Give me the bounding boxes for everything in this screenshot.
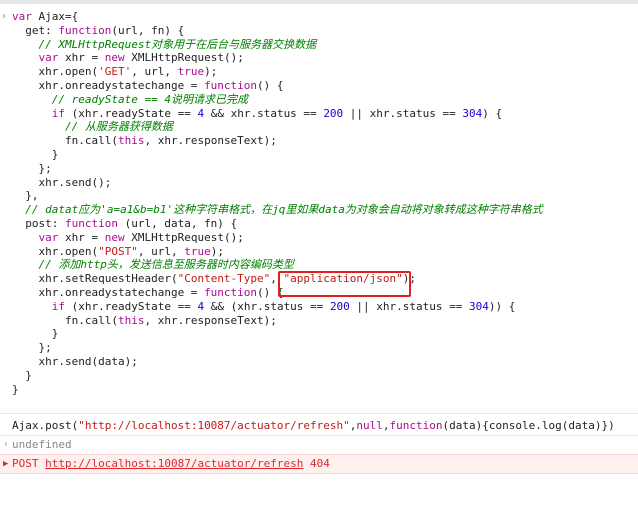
code-text: get: function(url, fn) { (12, 23, 185, 37)
error-status: 404 (310, 457, 330, 470)
expand-triangle-icon[interactable]: ▶ (3, 455, 8, 473)
error-message: POST http://localhost:10087/actuator/ref… (12, 455, 330, 473)
code-line: // 从服务器获得数据 (0, 120, 638, 134)
code-text: xhr.open("POST", url, true); (12, 244, 224, 258)
code-line: } (0, 383, 638, 397)
console-result-entry: ‹ undefined (0, 436, 638, 454)
code-line: post: function (url, data, fn) { (0, 217, 638, 231)
console-command-entry[interactable]: Ajax.post("http://localhost:10087/actuat… (0, 417, 638, 435)
code-line: } (0, 369, 638, 383)
code-line: var xhr = new XMLHttpRequest(); (0, 231, 638, 245)
devtools-top-strip (0, 0, 638, 4)
code-line: }; (0, 162, 638, 176)
code-line: }; (0, 341, 638, 355)
result-arrow-icon: ‹ (3, 439, 10, 450)
console-result: undefined (12, 438, 72, 451)
code-text: post: function (url, data, fn) { (12, 216, 238, 230)
code-line: } (0, 148, 638, 162)
code-line: xhr.open("POST", url, true); (0, 245, 638, 259)
code-text: xhr.onreadystatechange = function() { (12, 285, 284, 299)
highlight-box (278, 271, 411, 297)
divider (0, 413, 638, 414)
code-line: xhr.send(data); (0, 355, 638, 369)
code-line: // readyState == 4说明请求已完成 (0, 93, 638, 107)
code-text: }, (12, 189, 39, 203)
code-line: xhr.onreadystatechange = function() { (0, 79, 638, 93)
console-error-entry[interactable]: ▶ POST http://localhost:10087/actuator/r… (0, 454, 638, 474)
console-command: Ajax.post("http://localhost:10087/actuat… (12, 419, 615, 432)
code-block: › var Ajax={ get: function(url, fn) { // … (0, 10, 638, 396)
code-line: }, (0, 189, 638, 203)
code-text: } (12, 327, 59, 341)
code-text: // XMLHttpRequest对象用于在后台与服务器交换数据 (38, 37, 317, 51)
code-text: fn.call(this, xhr.responseText); (12, 134, 277, 148)
code-text: xhr.send(); (12, 175, 112, 189)
code-text: var Ajax={ (12, 10, 79, 23)
code-text: // 从服务器获得数据 (64, 120, 173, 134)
console-log: › var Ajax={ get: function(url, fn) { // … (0, 10, 638, 396)
code-text: // 添加http头，发送信息至服务器时内容编码类型 (38, 258, 294, 272)
code-line: xhr.send(); (0, 176, 638, 190)
code-text: } (12, 382, 19, 396)
code-text: var xhr = new XMLHttpRequest(); (38, 51, 244, 65)
code-text: // datat应为'a=a1&b=b1'这种字符串格式，在jq里如果data为… (25, 203, 543, 217)
code-line: › var Ajax={ (0, 10, 638, 24)
input-chevron-icon: › (1, 11, 8, 22)
code-text: xhr.onreadystatechange = function() { (12, 78, 284, 92)
code-line: } (0, 327, 638, 341)
code-line: fn.call(this, xhr.responseText); (0, 134, 638, 148)
code-line: xhr.open('GET', url, true); (0, 65, 638, 79)
code-text: }; (12, 161, 52, 175)
code-text: } (12, 368, 32, 382)
error-url-link[interactable]: http://localhost:10087/actuator/refresh (45, 457, 303, 470)
code-line: if (xhr.readyState == 4 && (xhr.status =… (0, 300, 638, 314)
code-text: if (xhr.readyState == 4 && xhr.status ==… (51, 106, 503, 120)
code-text: xhr.send(data); (12, 354, 138, 368)
code-line: get: function(url, fn) { (0, 24, 638, 38)
code-line: var xhr = new XMLHttpRequest(); (0, 51, 638, 65)
error-method: POST (12, 457, 39, 470)
code-text: } (12, 147, 59, 161)
code-line: // datat应为'a=a1&b=b1'这种字符串格式，在jq里如果data为… (0, 203, 638, 217)
code-line: // XMLHttpRequest对象用于在后台与服务器交换数据 (0, 38, 638, 52)
code-line: fn.call(this, xhr.responseText); (0, 314, 638, 328)
code-text: xhr.open('GET', url, true); (12, 65, 218, 79)
code-text: // readyState == 4说明请求已完成 (51, 92, 248, 106)
code-text: }; (12, 341, 52, 355)
code-line: if (xhr.readyState == 4 && xhr.status ==… (0, 107, 638, 121)
code-text: fn.call(this, xhr.responseText); (12, 313, 277, 327)
code-text: if (xhr.readyState == 4 && (xhr.status =… (51, 299, 516, 313)
code-text: var xhr = new XMLHttpRequest(); (38, 230, 244, 244)
